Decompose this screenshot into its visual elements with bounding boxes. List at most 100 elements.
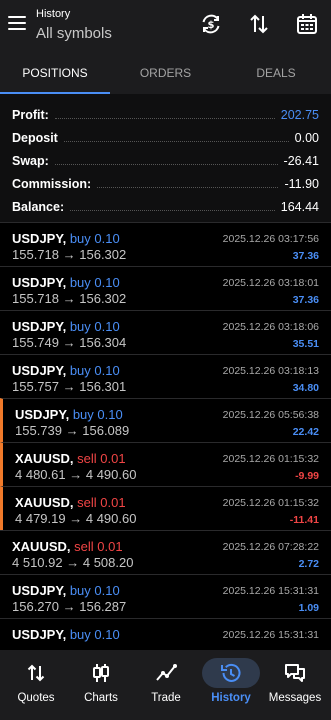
nav-label: Messages: [268, 692, 322, 704]
trade-side: sell: [74, 539, 94, 554]
trade-time: 2025.12.26 15:31:31: [222, 585, 319, 597]
open-price: 156.270: [12, 599, 59, 614]
trade-profit: 37.36: [292, 294, 319, 306]
close-price: 156.301: [79, 379, 127, 394]
symbol-name: USDJPY,: [12, 363, 67, 378]
trade-symbol: USDJPY, buy 0.10: [12, 583, 120, 598]
trade-time: 2025.12.26 07:28:22: [222, 541, 319, 553]
trade-volume: 0.10: [94, 627, 120, 642]
dotted-leader: [54, 157, 278, 165]
open-price: 155.739: [15, 423, 62, 438]
dotted-leader: [54, 111, 275, 119]
symbol-name: XAUUSD,: [12, 539, 71, 554]
trade-row[interactable]: USDJPY, buy 0.10 155.757 → 156.301 2025.12…: [0, 354, 331, 398]
trade-volume: 0.10: [94, 231, 120, 246]
trade-volume: 0.10: [94, 363, 120, 378]
trade-symbol: USDJPY, buy 0.10: [12, 231, 120, 246]
price-arrow: →: [66, 555, 80, 570]
trade-time: 2025.12.26 03:17:56: [222, 233, 319, 245]
trade-time: 2025.12.26 01:15:32: [222, 453, 319, 465]
open-price: 155.757: [12, 379, 59, 394]
positions-list[interactable]: USDJPY, buy 0.10 155.718 → 156.302 2025.12…: [0, 222, 331, 650]
trade-volume: 0.01: [100, 495, 126, 510]
trade-row[interactable]: USDJPY, buy 0.10 2025.12.26 15:31:31: [0, 618, 331, 650]
nav-messages[interactable]: Messages: [262, 650, 328, 720]
price-arrow: →: [65, 423, 79, 438]
bottom-navigation: Quotes Charts Trade History Messages: [0, 650, 331, 720]
symbol-filter-title[interactable]: All symbols: [36, 25, 112, 42]
trade-row[interactable]: XAUUSD, sell 0.01 4 479.19 → 4 490.60 2025…: [0, 486, 331, 530]
trade-prices: 4 479.19 → 4 490.60: [15, 511, 136, 526]
trade-volume: 0.10: [97, 407, 123, 422]
summary-label: Swap:: [12, 154, 49, 168]
tab-orders[interactable]: ORDERS: [110, 50, 221, 94]
price-arrow: →: [62, 599, 76, 614]
nav-label: History: [211, 692, 251, 704]
trade-time: 2025.12.26 03:18:13: [222, 365, 319, 377]
price-arrow: →: [62, 291, 76, 306]
trade-row[interactable]: USDJPY, buy 0.10 155.739 → 156.089 2025.12…: [0, 398, 331, 442]
trade-side: buy: [69, 275, 91, 290]
price-arrow: →: [62, 247, 76, 262]
tab-deals[interactable]: DEALS: [221, 50, 331, 94]
summary-value: 164.44: [280, 200, 319, 214]
trade-side: buy: [69, 363, 91, 378]
price-arrow: →: [62, 379, 76, 394]
symbol-name: USDJPY,: [15, 407, 70, 422]
nav-quotes[interactable]: Quotes: [3, 650, 69, 720]
account-summary: Profit: 202.75 Deposit 0.00 Swap: -26.41…: [0, 94, 331, 222]
trade-row[interactable]: XAUUSD, sell 0.01 4 510.92 → 4 508.20 2025…: [0, 530, 331, 574]
trade-profit: 1.09: [298, 602, 319, 614]
candlestick-icon: [93, 664, 109, 682]
symbol-name: XAUUSD,: [15, 451, 74, 466]
trade-symbol: USDJPY, buy 0.10: [12, 627, 120, 642]
trade-volume: 0.01: [100, 451, 126, 466]
close-price: 4 490.60: [85, 467, 137, 482]
currency-exchange-icon[interactable]: $: [199, 12, 223, 36]
hamburger-menu-icon[interactable]: [8, 16, 26, 30]
trade-time: 2025.12.26 01:15:32: [222, 497, 319, 509]
trade-side: buy: [69, 627, 91, 642]
trade-row[interactable]: USDJPY, buy 0.10 156.270 → 156.287 2025.12…: [0, 574, 331, 618]
tab-positions[interactable]: POSITIONS: [0, 50, 110, 94]
nav-trade[interactable]: Trade: [133, 650, 199, 720]
trade-side: buy: [69, 231, 91, 246]
dotted-leader: [97, 180, 279, 188]
dotted-leader: [70, 203, 275, 211]
trade-prices: 155.718 → 156.302: [12, 291, 126, 306]
trade-row[interactable]: USDJPY, buy 0.10 155.718 → 156.302 2025.12…: [0, 266, 331, 310]
trade-symbol: XAUUSD, sell 0.01: [12, 539, 123, 554]
trade-side: buy: [69, 583, 91, 598]
trade-symbol: XAUUSD, sell 0.01: [15, 495, 126, 510]
summary-row-commission: Commission: -11.90: [12, 175, 319, 193]
trade-volume: 0.01: [97, 539, 123, 554]
nav-label: Charts: [84, 692, 118, 704]
close-price: 156.089: [82, 423, 130, 438]
symbol-name: USDJPY,: [12, 231, 67, 246]
open-price: 155.718: [12, 291, 59, 306]
trade-row[interactable]: USDJPY, buy 0.10 155.718 → 156.302 2025.12…: [0, 222, 331, 266]
trade-row[interactable]: USDJPY, buy 0.10 155.749 → 156.304 2025.12…: [0, 310, 331, 354]
symbol-name: USDJPY,: [12, 275, 67, 290]
trade-prices: 155.757 → 156.301: [12, 379, 126, 394]
summary-value: 202.75: [280, 108, 319, 122]
nav-label: Quotes: [17, 692, 55, 704]
close-price: 156.287: [79, 599, 127, 614]
trade-time: 2025.12.26 05:56:38: [222, 409, 319, 421]
calendar-icon[interactable]: [295, 12, 319, 36]
trade-prices: 155.739 → 156.089: [15, 423, 129, 438]
quotes-arrows-icon: [27, 664, 45, 682]
open-price: 4 480.61: [15, 467, 66, 482]
symbol-name: XAUUSD,: [15, 495, 74, 510]
nav-history[interactable]: History: [198, 650, 264, 720]
summary-label: Deposit: [12, 131, 58, 145]
sort-icon[interactable]: [247, 12, 271, 36]
trade-row[interactable]: XAUUSD, sell 0.01 4 480.61 → 4 490.60 2025…: [0, 442, 331, 486]
summary-label: Commission:: [12, 177, 92, 191]
open-price: 155.718: [12, 247, 59, 262]
close-price: 4 508.20: [82, 555, 134, 570]
header-subtitle: History: [36, 8, 71, 20]
nav-charts[interactable]: Charts: [68, 650, 134, 720]
trade-side: sell: [77, 451, 97, 466]
trade-prices: 155.718 → 156.302: [12, 247, 126, 262]
